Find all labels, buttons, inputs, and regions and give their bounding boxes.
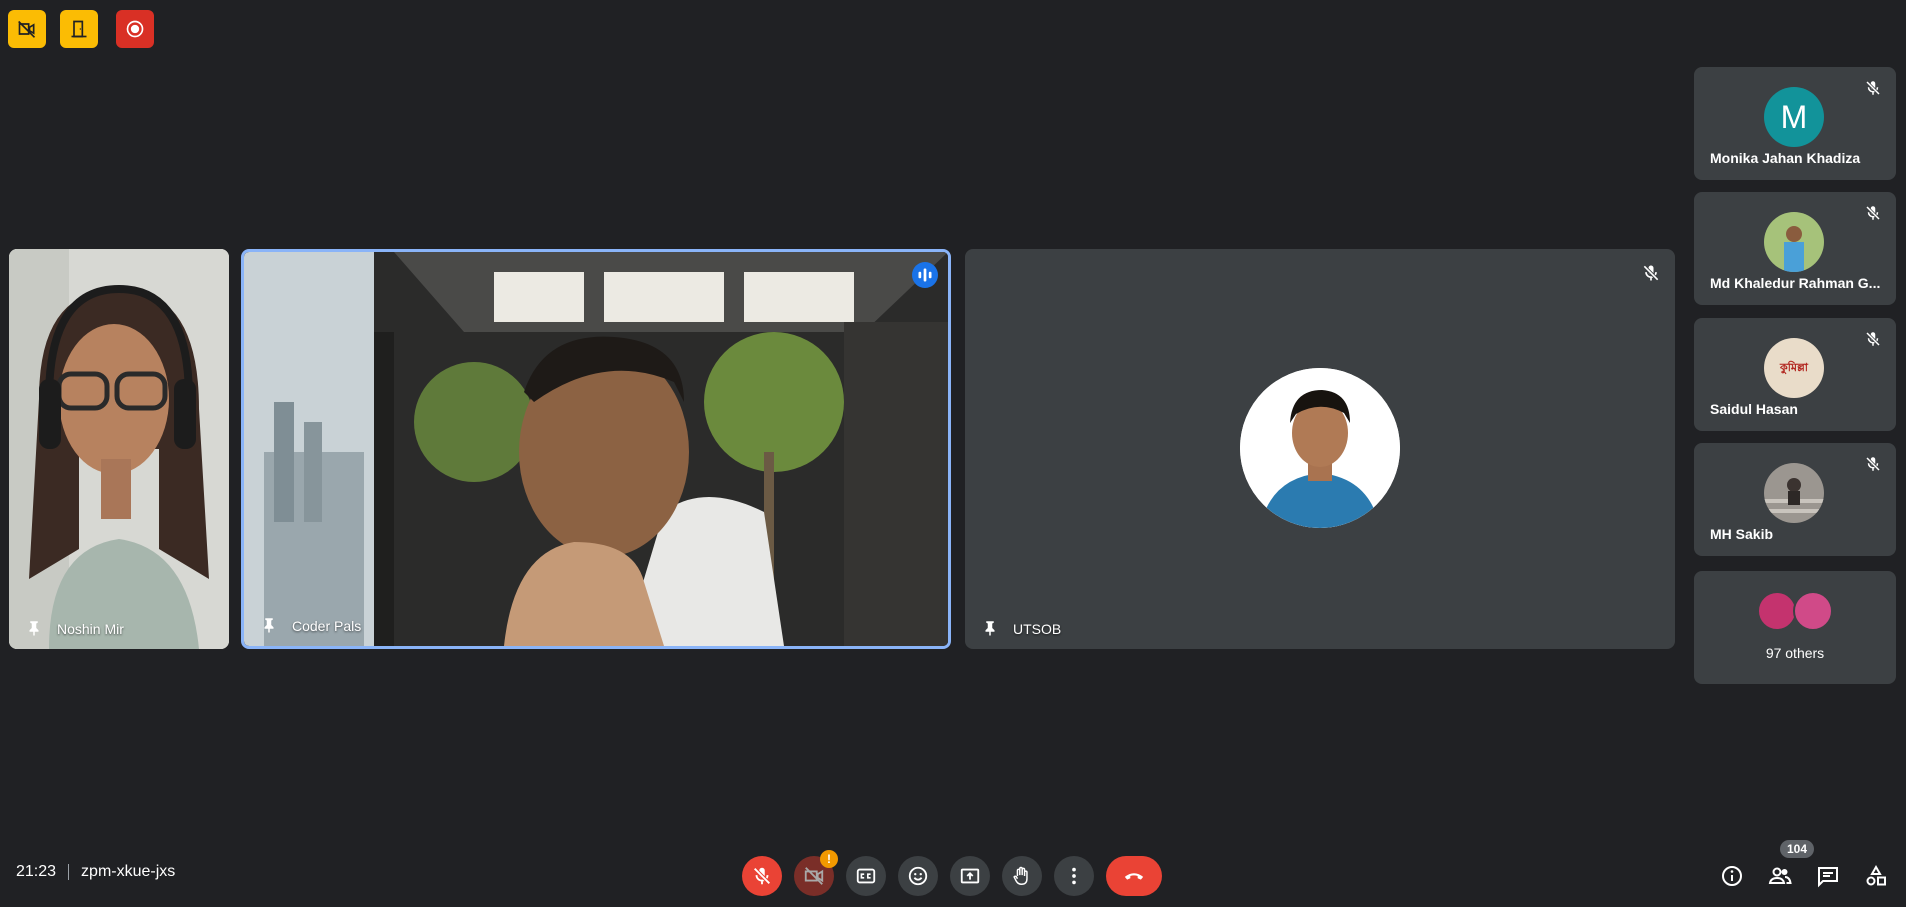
camera-alert-badge: !	[820, 850, 838, 868]
microphone-toggle-button[interactable]	[742, 856, 782, 896]
clock-time: 21:23	[16, 863, 57, 880]
pin-icon[interactable]	[260, 616, 278, 634]
activities-icon	[1866, 864, 1886, 886]
participant-count-badge: 104	[1780, 840, 1815, 858]
meeting-code: zpm-xkue-jxs	[81, 863, 176, 880]
participant-video	[244, 252, 948, 646]
leave-room-indicator[interactable]	[60, 10, 98, 48]
video-off-icon	[804, 867, 824, 885]
sidebar-tile-monika[interactable]: M Monika Jahan Khadiza	[1694, 67, 1896, 180]
closed-captions-icon	[856, 868, 876, 884]
video-tile-coder-pals[interactable]: Coder Pals	[241, 249, 951, 649]
meeting-info: 21:23 zpm-xkue-jxs	[16, 863, 175, 881]
pin-icon[interactable]	[25, 619, 43, 637]
participant-name: Monika Jahan Khadiza	[1710, 150, 1861, 166]
participant-video	[9, 249, 229, 649]
participant-name: MH Sakib	[1710, 526, 1774, 542]
people-icon	[1768, 867, 1792, 884]
present-icon	[960, 868, 980, 884]
leave-call-button[interactable]	[1106, 856, 1162, 896]
info-icon	[1722, 866, 1742, 886]
profile-photo	[1764, 463, 1824, 523]
hand-icon	[1013, 866, 1028, 885]
avatar	[1764, 463, 1824, 523]
participant-name: Noshin Mir	[57, 621, 124, 637]
mic-off-icon	[1865, 80, 1881, 96]
participant-name: Coder Pals	[292, 618, 362, 634]
door-icon	[71, 20, 87, 38]
mic-off-icon	[1865, 331, 1881, 347]
mic-off-icon	[1865, 205, 1881, 221]
activities-button[interactable]	[1860, 860, 1892, 892]
speaking-indicator-icon	[912, 262, 938, 288]
mic-off-icon	[753, 867, 771, 885]
participant-name: Md Khaledur Rahman G...	[1710, 275, 1881, 291]
others-count-label: 97 others	[1765, 645, 1825, 661]
others-avatar-1	[1757, 591, 1797, 631]
profile-photo	[1240, 368, 1400, 528]
more-options-button[interactable]	[1054, 856, 1094, 896]
recording-indicator[interactable]	[116, 10, 154, 48]
profile-photo	[1764, 212, 1824, 272]
camera-toggle-button[interactable]: !	[794, 850, 838, 896]
video-off-icon	[18, 20, 36, 38]
captions-button[interactable]	[846, 856, 886, 896]
avatar: কুমিল্লা	[1764, 338, 1824, 398]
mic-off-icon	[1643, 265, 1659, 281]
pin-icon[interactable]	[981, 619, 999, 637]
emoji-reaction-button[interactable]	[898, 856, 938, 896]
sidebar-tile-saidul[interactable]: কুমিল্লা Saidul Hasan	[1694, 318, 1896, 431]
participant-name: UTSOB	[1013, 621, 1062, 637]
camera-off-indicator[interactable]	[8, 10, 46, 48]
video-tile-noshin-mir[interactable]: Noshin Mir	[9, 249, 229, 649]
chat-icon	[1818, 867, 1838, 888]
sidebar-tile-khaledur[interactable]: Md Khaledur Rahman G...	[1694, 192, 1896, 305]
avatar	[1764, 212, 1824, 272]
more-vert-icon	[1072, 867, 1076, 885]
others-avatar-2	[1793, 591, 1833, 631]
record-icon	[126, 20, 144, 38]
raise-hand-button[interactable]	[1002, 856, 1042, 896]
participant-name: Saidul Hasan	[1710, 401, 1798, 417]
people-button[interactable]: 104	[1764, 840, 1815, 892]
sidebar-tile-mh-sakib[interactable]: MH Sakib	[1694, 443, 1896, 556]
separator	[68, 864, 70, 880]
chat-button[interactable]	[1812, 860, 1844, 892]
hang-up-icon	[1124, 873, 1144, 880]
sidebar-tile-others[interactable]: 97 others	[1694, 571, 1896, 684]
video-tile-utsob[interactable]: UTSOB	[965, 249, 1675, 649]
avatar: M	[1764, 87, 1824, 147]
meeting-details-button[interactable]	[1716, 860, 1748, 892]
present-screen-button[interactable]	[950, 856, 990, 896]
emoji-icon	[908, 866, 928, 886]
mic-off-icon	[1865, 456, 1881, 472]
avatar	[1240, 368, 1400, 528]
